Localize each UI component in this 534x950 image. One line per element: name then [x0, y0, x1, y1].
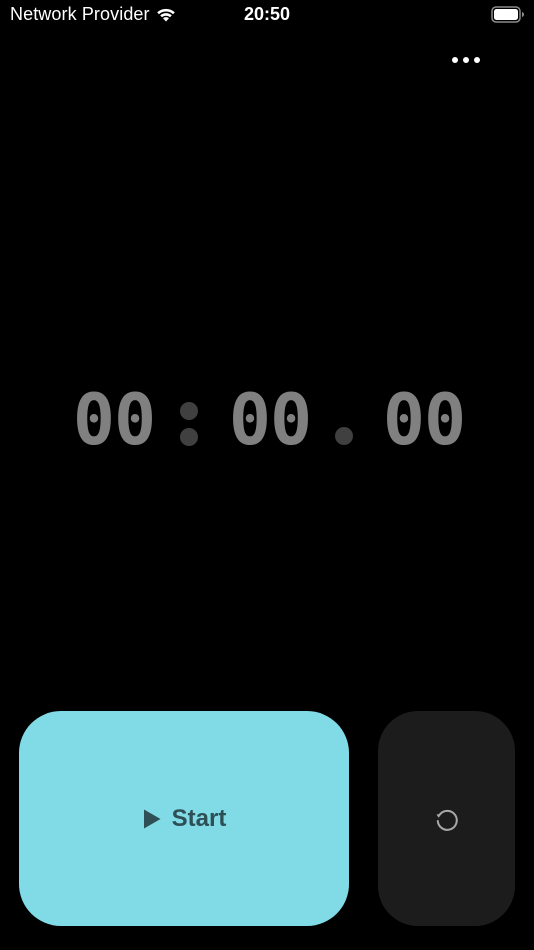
start-button[interactable]: Start [19, 711, 349, 926]
timer-seconds: 00 [228, 379, 312, 461]
battery-full-icon [491, 6, 525, 23]
timer-minutes: 00 [72, 379, 156, 461]
decimal-separator [335, 427, 353, 445]
status-time: 20:50 [243, 4, 291, 24]
play-icon [142, 808, 162, 830]
reset-button[interactable] [378, 711, 515, 926]
timer-centiseconds: 00 [382, 379, 466, 461]
ellipsis-icon [451, 56, 481, 64]
timer-display: 00 00 00 [0, 380, 534, 460]
reset-icon [433, 805, 461, 833]
colon-separator-bottom [180, 428, 198, 446]
start-button-label: Start [171, 804, 227, 832]
more-options-button[interactable] [446, 48, 486, 72]
colon-separator-top [180, 402, 198, 420]
start-button-content: Start [142, 804, 227, 833]
status-bar: Network Provider 20:50 [0, 0, 534, 32]
